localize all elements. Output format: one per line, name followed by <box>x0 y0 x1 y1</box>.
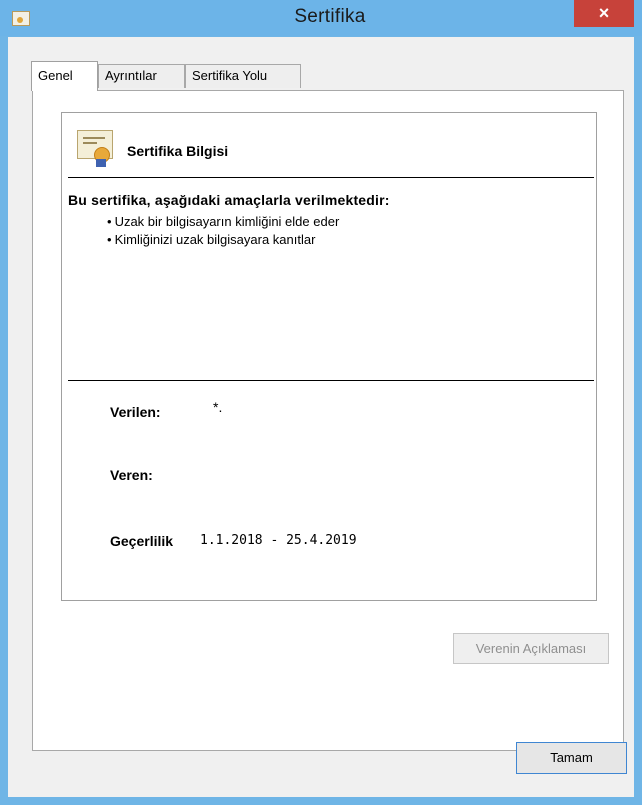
tab-sertifika-yolu[interactable]: Sertifika Yolu <box>185 64 301 88</box>
close-icon: × <box>598 3 610 23</box>
title-bar[interactable]: Sertifika × <box>0 0 642 36</box>
tab-ayrintilar[interactable]: Ayrıntılar <box>98 64 185 88</box>
close-button[interactable]: × <box>574 0 634 27</box>
dialog-body: Genel Ayrıntılar Sertifika Yolu Sertifik… <box>8 37 634 797</box>
tab-genel[interactable]: Genel <box>31 61 98 91</box>
window-title: Sertifika <box>294 6 366 27</box>
issued-to-label: Verilen: <box>110 404 161 420</box>
purpose-item: Kimliğinizi uzak bilgisayara kanıtlar <box>107 231 339 249</box>
certificate-info-box: Sertifika Bilgisi Bu sertifika, aşağıdak… <box>61 112 597 601</box>
purpose-list: Uzak bir bilgisayarın kimliğini elde ede… <box>107 213 340 249</box>
divider <box>68 177 594 178</box>
purpose-item: Uzak bir bilgisayarın kimliğini elde ede… <box>107 213 340 231</box>
validity-label: Geçerlilik <box>110 533 174 549</box>
validity-value: 1.1.2018 - 25.4.2019 <box>200 533 357 548</box>
certificate-icon <box>77 130 113 167</box>
certificate-info-title: Sertifika Bilgisi <box>127 143 229 159</box>
issued-by-label: Veren: <box>110 467 153 483</box>
divider <box>68 380 594 381</box>
issued-to-value: *. <box>213 399 223 415</box>
certificate-dialog: Sertifika × Genel Ayrıntılar Sertifika Y… <box>0 0 642 805</box>
purpose-heading: Bu sertifika, aşağıdaki amaçlarla verilm… <box>68 192 390 208</box>
tab-panel-genel: Sertifika Bilgisi Bu sertifika, aşağıdak… <box>32 90 624 751</box>
issuer-statement-button[interactable]: Verenin Açıklaması <box>453 633 609 664</box>
ok-button[interactable]: Tamam <box>516 742 627 774</box>
